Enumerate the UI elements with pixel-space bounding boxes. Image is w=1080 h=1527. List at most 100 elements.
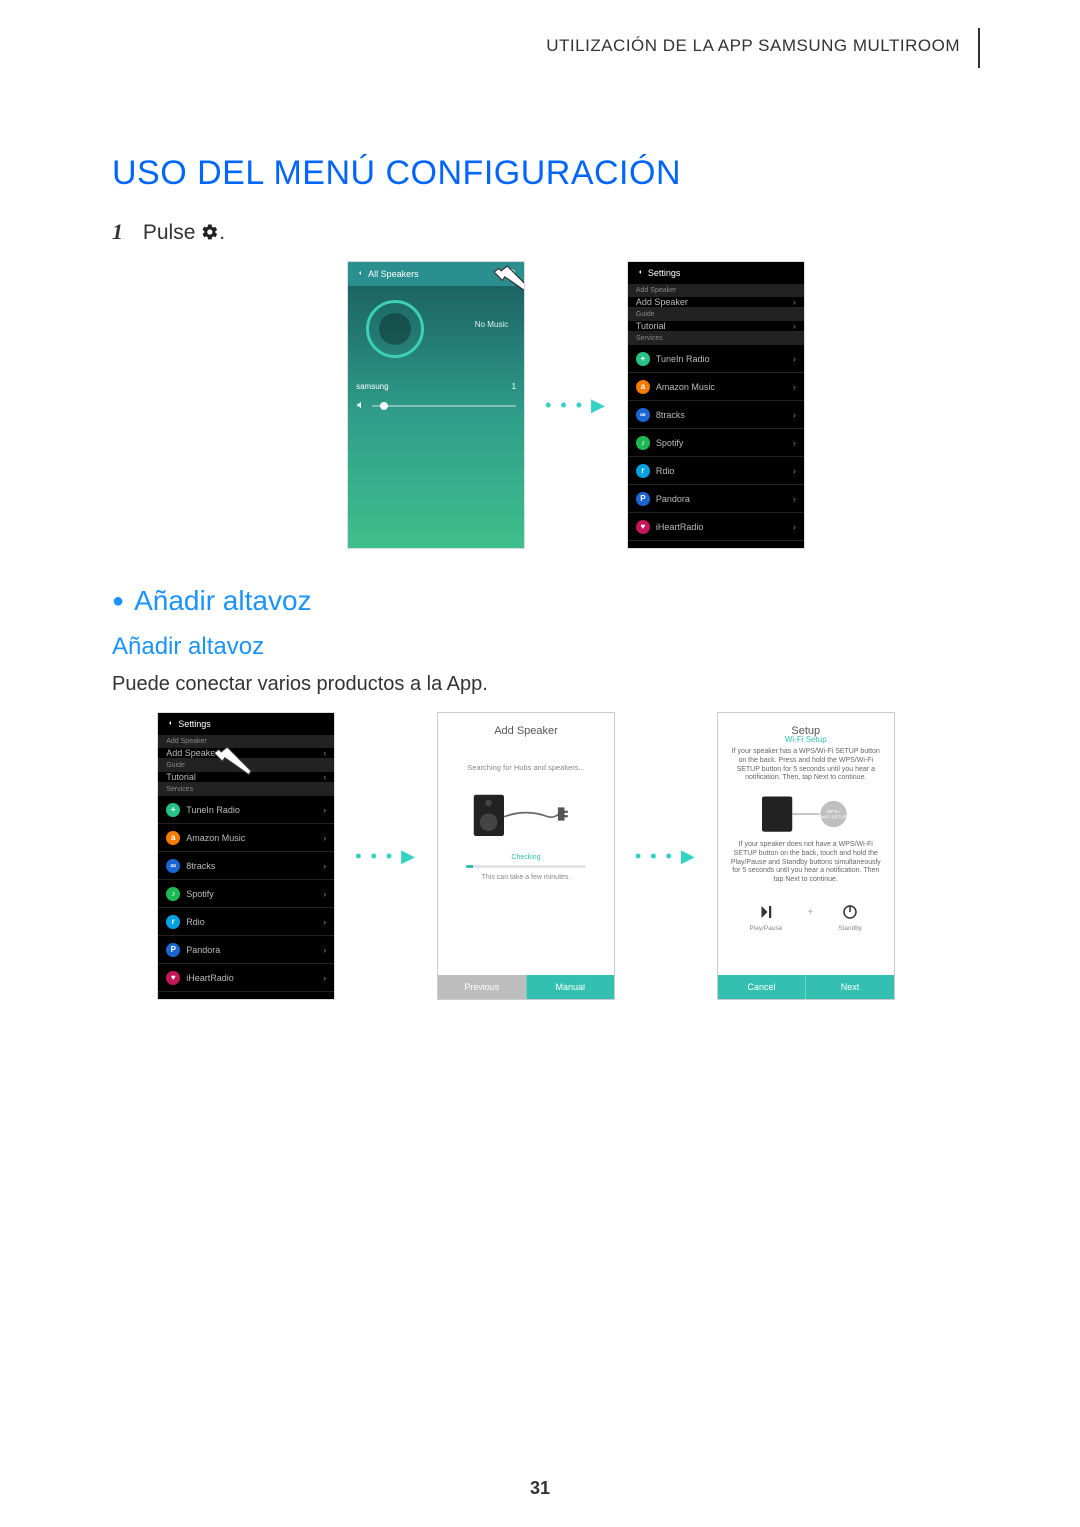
screenshot-settings: Settings Add Speaker Add Speaker › Guide…	[627, 261, 805, 549]
chevron-right-icon: ›	[323, 772, 326, 782]
service-icon: +	[636, 352, 650, 366]
service-item[interactable]: CRhapsody›	[628, 541, 804, 549]
service-item[interactable]: CRhapsody›	[158, 992, 334, 1000]
step-number: 1	[112, 219, 123, 244]
power-icon	[841, 903, 859, 921]
no-music-label: No Music	[475, 320, 508, 329]
manual-button[interactable]: Manual	[526, 975, 615, 999]
playpause-control: Play/Pause	[749, 903, 782, 932]
topbar-title: All Speakers	[368, 269, 419, 279]
service-icon: P	[166, 943, 180, 957]
chevron-right-icon: ›	[793, 438, 796, 448]
album-art-circle[interactable]	[366, 300, 424, 358]
chevron-right-icon: ›	[323, 861, 326, 871]
hint-text: This can take a few minutes.	[438, 874, 614, 881]
back-chevron-icon[interactable]	[356, 269, 364, 279]
service-item[interactable]: aAmazon Music›	[158, 824, 334, 852]
list-item-label: Add Speaker	[636, 297, 688, 307]
service-label: Spotify	[656, 438, 684, 448]
service-icon: a	[166, 831, 180, 845]
volume-icon[interactable]	[356, 400, 366, 412]
service-item[interactable]: ♪Spotify›	[158, 880, 334, 908]
chevron-right-icon: ›	[323, 973, 326, 983]
subsection-heading: Añadir altavoz	[112, 633, 980, 661]
service-item[interactable]: ♥ iHeartRadio ›	[158, 964, 334, 992]
screenshot-settings-tap: Settings Add Speaker Add Speaker › Guide…	[157, 712, 335, 1000]
chevron-right-icon: ›	[323, 945, 326, 955]
section-header-guide: Guide	[628, 308, 804, 321]
service-label: iHeartRadio	[186, 973, 234, 983]
screenshot-add-speaker: Add Speaker Searching for Hubs and speak…	[437, 712, 615, 1000]
service-label: 8tracks	[186, 861, 215, 871]
service-item[interactable]: rRdio›	[628, 457, 804, 485]
arrow-icon: • • • ▶	[355, 846, 417, 867]
service-icon: ♪	[636, 436, 650, 450]
speaker-illustration	[471, 786, 581, 842]
service-label: Pandora	[656, 494, 690, 504]
arrow-icon: • • • ▶	[545, 395, 607, 416]
section-heading: Añadir altavoz	[134, 585, 311, 617]
page-number: 31	[530, 1478, 550, 1499]
speaker-name: samsung	[356, 382, 388, 391]
svg-text:Wi-Fi SETUP: Wi-Fi SETUP	[820, 815, 846, 820]
list-item-label: Tutorial	[636, 321, 666, 331]
progress-bar	[466, 865, 586, 868]
service-item[interactable]: rRdio›	[158, 908, 334, 936]
section-header-add: Add Speaker	[628, 284, 804, 297]
step-1: 1 Pulse .	[112, 219, 980, 247]
service-icon: r	[636, 464, 650, 478]
section-header-services: Services	[628, 332, 804, 345]
chevron-right-icon: ›	[793, 410, 796, 420]
service-item[interactable]: ∞ 8tracks ›	[628, 401, 804, 429]
chevron-right-icon: ›	[793, 297, 796, 307]
service-icon: ∞	[636, 408, 650, 422]
service-item[interactable]: PPandora›	[158, 936, 334, 964]
body-text: Puede conectar varios productos a la App…	[112, 673, 980, 696]
chevron-right-icon: ›	[793, 354, 796, 364]
back-chevron-icon[interactable]	[166, 719, 174, 729]
service-icon: a	[636, 380, 650, 394]
service-label: 8tracks	[656, 410, 685, 420]
speaker-count: 1	[512, 382, 516, 391]
previous-button[interactable]: Previous	[438, 975, 526, 999]
next-button[interactable]: Next	[805, 975, 894, 999]
play-pause-icon	[757, 903, 775, 921]
setup-subtitle: Wi-Fi Setup	[718, 735, 894, 744]
screen-title: Add Speaker	[438, 713, 614, 747]
header-section-title: UTILIZACIÓN DE LA APP SAMSUNG MULTIROOM	[112, 28, 980, 68]
service-item[interactable]: aAmazon Music›	[628, 373, 804, 401]
service-item[interactable]: PPandora›	[628, 485, 804, 513]
gear-icon[interactable]	[506, 268, 516, 280]
speaker-row[interactable]: samsung 1	[348, 378, 524, 395]
service-item[interactable]: ♥iHeartRadio›	[628, 513, 804, 541]
cancel-button[interactable]: Cancel	[718, 975, 806, 999]
chevron-right-icon: ›	[323, 748, 326, 758]
volume-slider[interactable]	[372, 405, 516, 407]
service-item[interactable]: ∞8tracks›	[158, 852, 334, 880]
settings-title: Settings	[178, 719, 211, 729]
service-label: Amazon Music	[186, 833, 245, 843]
list-item-tutorial[interactable]: Tutorial ›	[628, 321, 804, 332]
service-label: iHeartRadio	[656, 522, 704, 532]
service-label: TuneIn Radio	[186, 805, 240, 815]
service-icon: ♪	[166, 887, 180, 901]
chevron-right-icon: ›	[323, 889, 326, 899]
list-item-add-speaker[interactable]: Add Speaker ›	[628, 297, 804, 308]
service-icon: C	[636, 548, 650, 550]
back-chevron-icon[interactable]	[636, 268, 644, 278]
chevron-right-icon: ›	[793, 522, 796, 532]
service-label: Rdio	[656, 466, 675, 476]
gear-icon	[201, 223, 219, 247]
plus-icon: +	[807, 907, 813, 918]
service-label: TuneIn Radio	[656, 354, 710, 364]
list-item-label: Tutorial	[166, 772, 196, 782]
chevron-right-icon: ›	[793, 382, 796, 392]
chevron-right-icon: ›	[793, 494, 796, 504]
arrow-icon: • • • ▶	[635, 846, 697, 867]
service-icon: ♥	[166, 971, 180, 985]
standby-control: Standby	[838, 903, 862, 932]
service-item[interactable]: ♪ Spotify ›	[628, 429, 804, 457]
service-item[interactable]: + TuneIn Radio ›	[628, 345, 804, 373]
speaker-rear-illustration: WPS / Wi-Fi SETUP	[746, 791, 866, 835]
bullet-icon: ●	[112, 590, 124, 613]
